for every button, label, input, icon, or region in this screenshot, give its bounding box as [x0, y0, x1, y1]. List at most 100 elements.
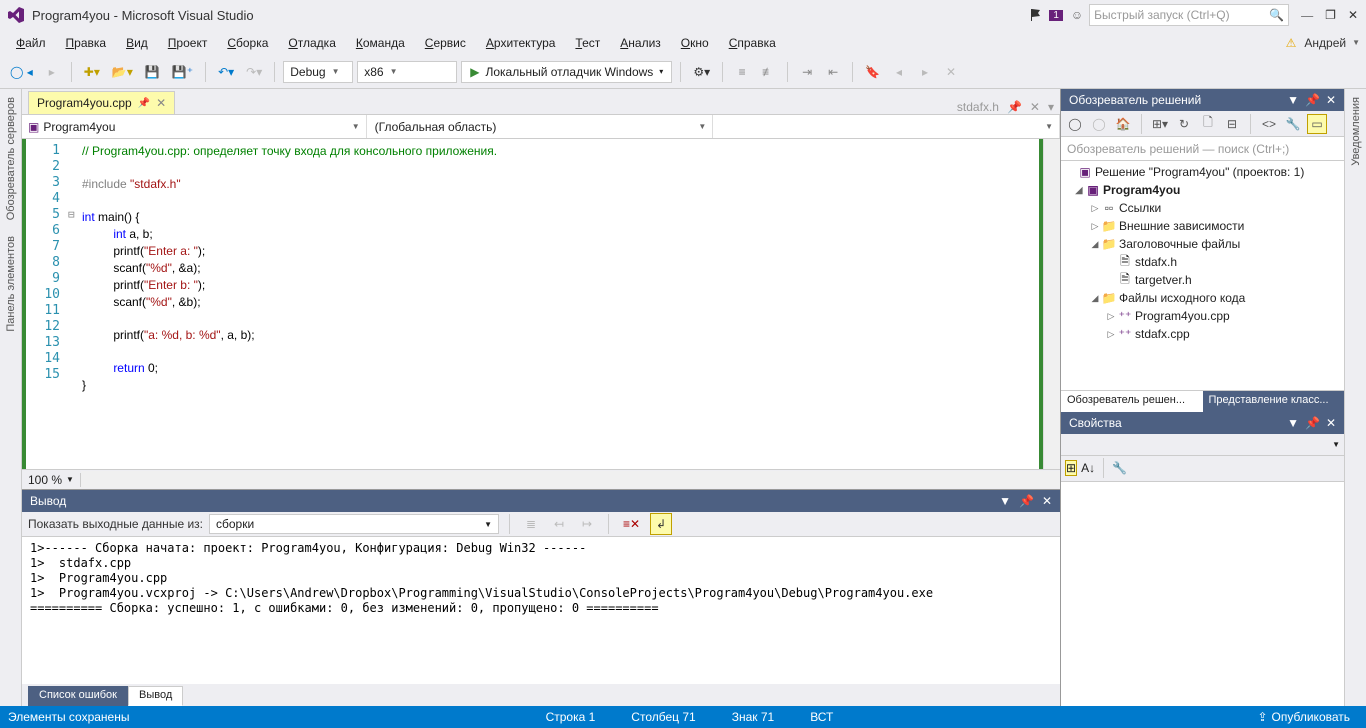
- rail-toolbox[interactable]: Панель элементов: [3, 228, 19, 340]
- menu-window[interactable]: Окно: [671, 32, 719, 54]
- tree-solution-root[interactable]: ▣Решение "Program4you" (проектов: 1): [1061, 163, 1344, 181]
- scope-combo[interactable]: ▣ Program4you▼: [22, 115, 367, 138]
- tab-output[interactable]: Вывод: [128, 686, 183, 706]
- quick-launch-input[interactable]: 🔍: [1089, 4, 1289, 26]
- tree-header-file[interactable]: 🗎stdafx.h: [1061, 253, 1344, 271]
- tree-source-files[interactable]: ◢📁Файлы исходного кода: [1061, 289, 1344, 307]
- nav-fwd-icon[interactable]: ◯: [1089, 114, 1109, 134]
- indent-button[interactable]: ⇥: [796, 61, 818, 83]
- tab-solution-explorer[interactable]: Обозреватель решен...: [1061, 390, 1203, 412]
- panel-pin-icon[interactable]: 📌: [1305, 93, 1320, 107]
- menu-build[interactable]: Сборка: [217, 32, 278, 54]
- tree-project[interactable]: ◢▣Program4you: [1061, 181, 1344, 199]
- menu-tools[interactable]: Сервис: [415, 32, 476, 54]
- code-content[interactable]: // Program4you.cpp: определяет точку вхо…: [82, 139, 1037, 469]
- function-combo[interactable]: (Глобальная область)▼: [369, 115, 714, 138]
- save-all-button[interactable]: 💾⁺: [168, 61, 197, 83]
- nav-back-icon[interactable]: ◯: [1065, 114, 1085, 134]
- code-editor[interactable]: 123456789101112131415 ⊟ // Program4you.c…: [22, 139, 1060, 469]
- nav-fwd-button[interactable]: ▸: [41, 61, 63, 83]
- show-all-icon[interactable]: 🗋: [1198, 114, 1218, 134]
- tab-error-list[interactable]: Список ошибок: [28, 686, 128, 706]
- output-text[interactable]: 1>------ Сборка начата: проект: Program4…: [22, 537, 1060, 684]
- menu-edit[interactable]: Правка: [56, 32, 117, 54]
- member-combo[interactable]: ▼: [715, 115, 1060, 138]
- panel-dropdown-icon[interactable]: ▼: [999, 494, 1011, 508]
- vertical-scrollbar[interactable]: [1043, 139, 1060, 469]
- process-button[interactable]: ⚙▾: [689, 61, 714, 83]
- menu-help[interactable]: Справка: [719, 32, 786, 54]
- tree-references[interactable]: ▷▫▫Ссылки: [1061, 199, 1344, 217]
- menu-analyze[interactable]: Анализ: [610, 32, 671, 54]
- fold-column[interactable]: ⊟: [68, 139, 82, 469]
- publish-button[interactable]: ⇪ Опубликовать: [1249, 710, 1358, 724]
- home-icon[interactable]: 🏠: [1113, 114, 1133, 134]
- output-clear-button[interactable]: ≡✕: [619, 513, 644, 535]
- solution-search-input[interactable]: [1061, 137, 1344, 160]
- categorize-icon[interactable]: ⊞: [1065, 460, 1077, 476]
- alpha-sort-icon[interactable]: A↓: [1081, 461, 1095, 475]
- tree-external-deps[interactable]: ▷📁Внешние зависимости: [1061, 217, 1344, 235]
- properties-combo[interactable]: ▼: [1061, 434, 1344, 456]
- nav-back-button[interactable]: ◯ ◂: [6, 61, 37, 83]
- menu-file[interactable]: Файл: [6, 32, 56, 54]
- panel-dropdown-icon[interactable]: ▼: [1287, 416, 1299, 430]
- menu-arch[interactable]: Архитектура: [476, 32, 566, 54]
- uncomment-button[interactable]: ≢: [757, 61, 779, 83]
- solution-tree[interactable]: ▣Решение "Program4you" (проектов: 1) ◢▣P…: [1061, 161, 1344, 390]
- preview-icon[interactable]: ▭: [1307, 114, 1327, 134]
- file-tab-secondary[interactable]: stdafx.h: [957, 100, 999, 114]
- user-dropdown-icon[interactable]: ▼: [1352, 38, 1360, 47]
- notification-flag[interactable]: [1029, 8, 1043, 22]
- tree-header-file[interactable]: 🗎targetver.h: [1061, 271, 1344, 289]
- minimize-button[interactable]: —: [1301, 8, 1313, 23]
- code-icon[interactable]: <>: [1259, 114, 1279, 134]
- tree-header-files[interactable]: ◢📁Заголовочные файлы: [1061, 235, 1344, 253]
- solution-explorer-header[interactable]: Обозреватель решений ▼📌✕: [1061, 89, 1344, 111]
- wrench-icon[interactable]: 🔧: [1283, 114, 1303, 134]
- bookmark-next-button[interactable]: ▸: [914, 61, 936, 83]
- close-button[interactable]: ✕: [1348, 8, 1358, 23]
- refresh-icon[interactable]: ↻: [1174, 114, 1194, 134]
- quick-launch-field[interactable]: [1094, 8, 1269, 22]
- bookmark-clear-button[interactable]: ✕: [940, 61, 962, 83]
- menu-view[interactable]: Вид: [116, 32, 158, 54]
- menu-team[interactable]: Команда: [346, 32, 415, 54]
- output-header[interactable]: Вывод ▼ 📌 ✕: [22, 490, 1060, 512]
- warning-icon[interactable]: ⚠: [1286, 36, 1297, 50]
- comment-button[interactable]: ≡: [731, 61, 753, 83]
- pin-icon[interactable]: 📌: [1007, 100, 1022, 114]
- tab-overflow-icon[interactable]: ▾: [1048, 100, 1054, 114]
- menu-debug[interactable]: Отладка: [278, 32, 345, 54]
- panel-close-icon[interactable]: ✕: [1326, 416, 1336, 430]
- menu-project[interactable]: Проект: [158, 32, 218, 54]
- bookmark-button[interactable]: 🔖: [861, 61, 884, 83]
- panel-dropdown-icon[interactable]: ▼: [1287, 93, 1299, 107]
- outdent-button[interactable]: ⇤: [822, 61, 844, 83]
- properties-grid[interactable]: [1061, 482, 1344, 707]
- config-combo[interactable]: Debug▼: [283, 61, 353, 83]
- wrench-icon[interactable]: 🔧: [1112, 461, 1127, 475]
- start-debug-button[interactable]: ▶ Локальный отладчик Windows ▾: [461, 61, 672, 83]
- properties-header[interactable]: Свойства ▼📌✕: [1061, 412, 1344, 434]
- panel-close-icon[interactable]: ✕: [1326, 93, 1336, 107]
- file-tab-active[interactable]: Program4you.cpp 📌 ✕: [28, 91, 175, 114]
- pin-icon[interactable]: 📌: [138, 98, 150, 109]
- notification-count[interactable]: 1: [1049, 10, 1063, 21]
- rail-notifications[interactable]: Уведомления: [1348, 89, 1364, 174]
- tree-source-file[interactable]: ▷⁺⁺Program4you.cpp: [1061, 307, 1344, 325]
- menu-test[interactable]: Тест: [565, 32, 610, 54]
- close-tab-icon[interactable]: ✕: [156, 96, 166, 110]
- panel-pin-icon[interactable]: 📌: [1305, 416, 1320, 430]
- open-button[interactable]: 📂▾: [108, 61, 137, 83]
- close-tab-icon[interactable]: ✕: [1030, 100, 1040, 114]
- bookmark-prev-button[interactable]: ◂: [888, 61, 910, 83]
- feedback-icon[interactable]: ☺: [1071, 8, 1083, 22]
- output-prev-button[interactable]: ↤: [548, 513, 570, 535]
- solution-search[interactable]: [1061, 137, 1344, 161]
- redo-button[interactable]: ↷▾: [242, 61, 266, 83]
- output-next-button[interactable]: ↦: [576, 513, 598, 535]
- user-name[interactable]: Андрей: [1304, 36, 1346, 50]
- output-wrap-button[interactable]: ↲: [650, 513, 672, 535]
- panel-close-icon[interactable]: ✕: [1042, 494, 1052, 508]
